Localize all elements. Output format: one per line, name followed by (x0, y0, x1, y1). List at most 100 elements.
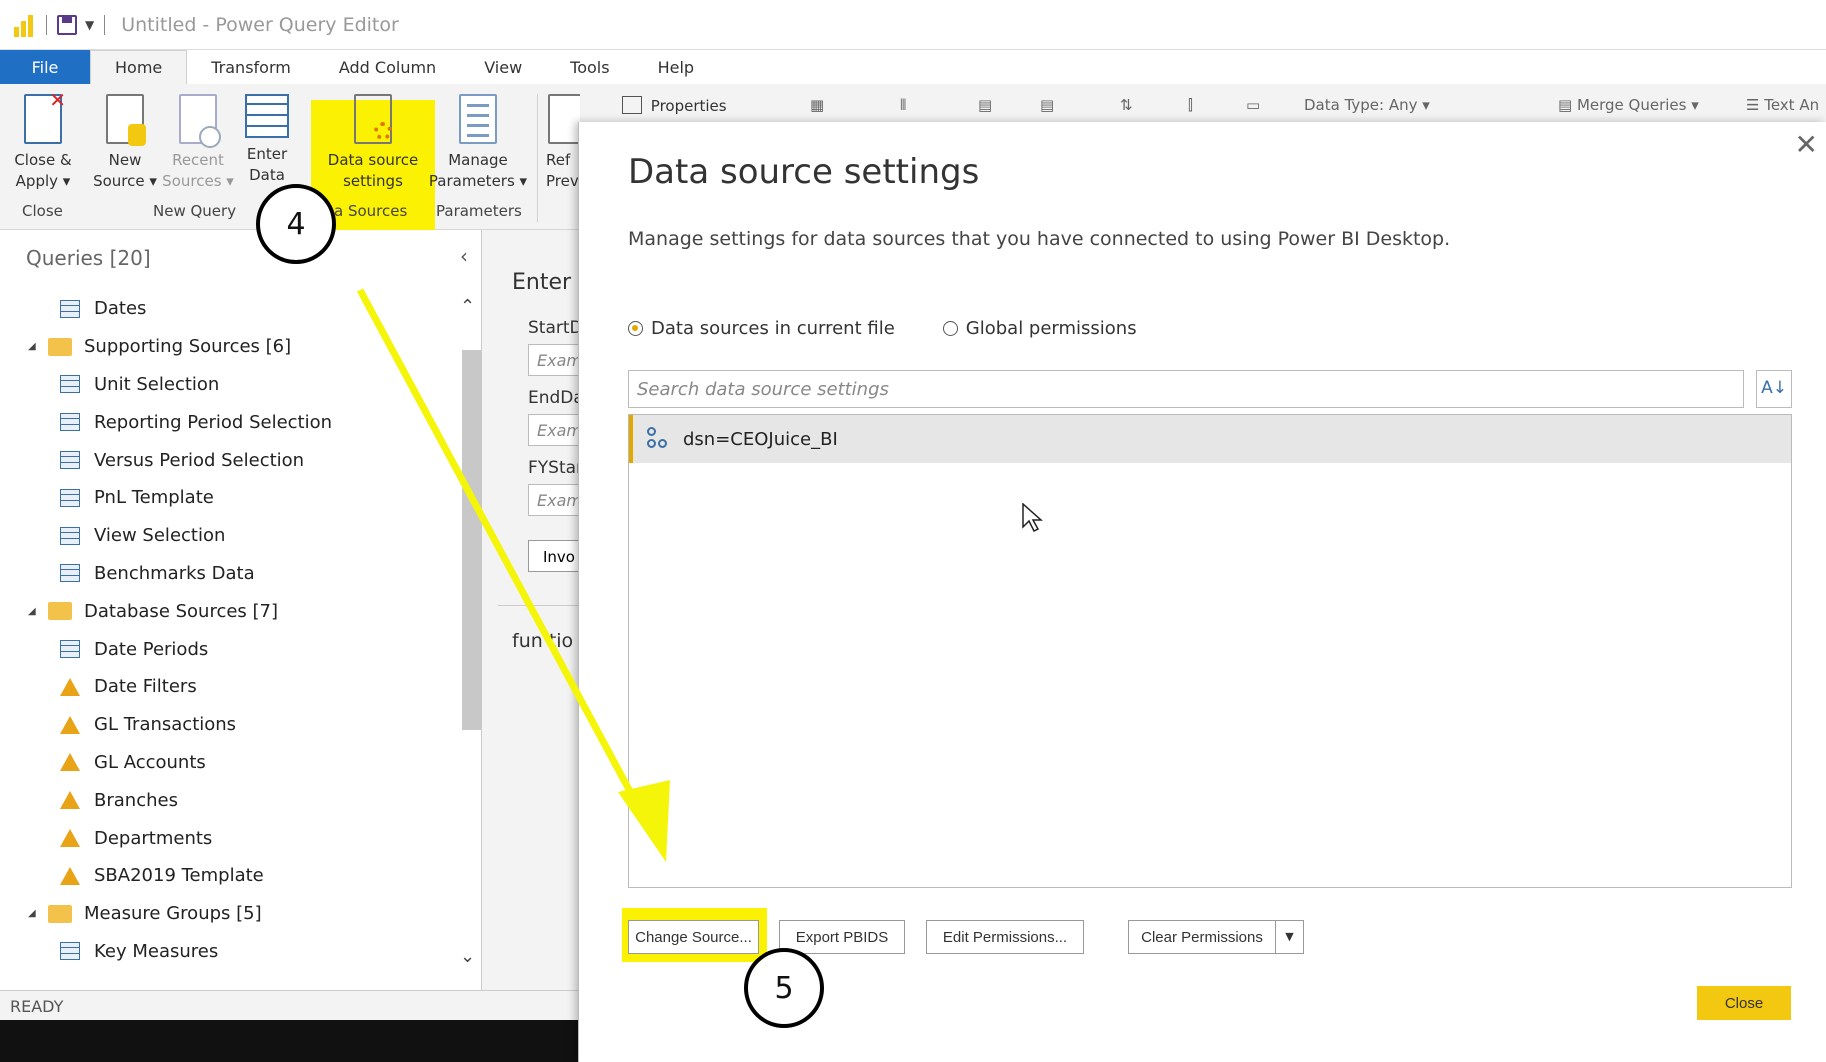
query-item[interactable]: GL Transactions (0, 706, 455, 744)
merge-queries-button[interactable]: ▤ Merge Queries ▾ (1558, 96, 1699, 114)
scroll-up-icon[interactable]: ⌃ (460, 296, 475, 317)
merge-queries-icon: ▤ (1558, 96, 1577, 114)
data-source-settings-button[interactable]: Data source settings (314, 94, 432, 192)
choose-columns-icon[interactable]: ▦ (810, 96, 824, 114)
query-item[interactable]: Date Filters (0, 668, 455, 706)
remove-rows-icon[interactable]: ▤ (978, 96, 992, 114)
manage-parameters-button[interactable]: Manage Parameters ▾ (426, 94, 530, 192)
dialog-close-icon[interactable]: ✕ (1795, 128, 1818, 161)
query-folder[interactable]: ◢ Database Sources [7] (0, 592, 455, 630)
table-icon (60, 526, 80, 545)
refresh-preview-button[interactable]: Ref Prev (546, 94, 580, 192)
tab-transform[interactable]: Transform (187, 50, 315, 84)
sort-az-icon: A↓ (1761, 378, 1787, 398)
split-column-icon[interactable]: ⫿ (1188, 96, 1193, 114)
properties-button[interactable]: Properties (622, 96, 727, 115)
tab-tools[interactable]: Tools (546, 50, 633, 84)
collapse-pane-icon[interactable]: ‹ (460, 244, 468, 268)
enter-data-label-2: Data (249, 166, 285, 184)
close-apply-button[interactable]: ✕ Close & Apply ▾ (8, 90, 78, 192)
close-button[interactable]: Close (1697, 986, 1791, 1020)
remove-errors-icon[interactable]: ▤ (1040, 96, 1054, 114)
query-item[interactable]: Dates (0, 290, 455, 328)
query-item[interactable]: Date Periods (0, 630, 455, 668)
query-label: View Selection (94, 525, 226, 547)
group-label-close: Close (22, 202, 63, 220)
edit-permissions-button[interactable]: Edit Permissions... (926, 920, 1084, 954)
manage-parameters-icon (459, 94, 497, 144)
manage-parameters-label-2: Parameters ▾ (428, 172, 528, 190)
warning-icon (60, 791, 80, 810)
tab-view[interactable]: View (460, 50, 546, 84)
save-icon[interactable] (57, 14, 77, 35)
data-type-dropdown[interactable]: Data Type: Any ▾ (1304, 96, 1430, 114)
power-bi-logo-icon (14, 13, 36, 37)
query-item[interactable]: Unit Selection (0, 366, 455, 404)
group-label-data-sources: a Sources (334, 202, 408, 220)
query-item[interactable]: PnL Template (0, 479, 455, 517)
search-input[interactable]: Search data source settings (628, 370, 1744, 408)
query-folder[interactable]: ◢ Supporting Sources [6] (0, 328, 455, 366)
warning-icon (60, 866, 80, 885)
warning-icon (60, 715, 80, 734)
query-item[interactable]: View Selection (0, 517, 455, 555)
quick-access-dropdown-icon[interactable]: ▼ (85, 18, 94, 32)
new-source-button[interactable]: New Source ▾ (88, 94, 162, 192)
export-pbids-button[interactable]: Export PBIDS (779, 920, 905, 954)
enter-data-button[interactable]: Enter Data (240, 94, 294, 186)
expand-triangle-icon[interactable]: ◢ (28, 341, 48, 352)
query-item[interactable]: Benchmarks Data (0, 555, 455, 593)
manage-parameters-label-1: Manage (448, 151, 508, 169)
query-label: Unit Selection (94, 373, 220, 395)
tab-help[interactable]: Help (634, 50, 718, 84)
scroll-thumb[interactable] (462, 350, 484, 730)
text-analytics-label: Text An (1764, 96, 1820, 114)
query-label: Branches (94, 789, 178, 811)
group-by-icon[interactable]: ▭ (1246, 96, 1260, 114)
warning-icon (60, 677, 80, 696)
tab-add-column[interactable]: Add Column (315, 50, 460, 84)
table-icon (60, 640, 80, 659)
queries-pane: Queries [20] ‹ Dates ◢ Supporting Sources … (0, 230, 484, 990)
table-icon (60, 564, 80, 583)
title-divider (104, 14, 106, 35)
sort-icon[interactable]: ⇅ (1120, 96, 1133, 114)
query-item[interactable]: SBA2019 Template (0, 857, 455, 895)
query-item[interactable]: GL Accounts (0, 744, 455, 782)
query-label: Measure Groups [5] (84, 903, 262, 925)
queries-scrollbar[interactable]: ⌃ ⌄ (458, 290, 484, 970)
query-item[interactable]: Branches (0, 781, 455, 819)
properties-icon (622, 96, 642, 114)
refresh-preview-label-1: Ref (546, 151, 571, 169)
sort-az-button[interactable]: A↓ (1756, 370, 1792, 408)
radio-current-file[interactable] (628, 321, 643, 336)
expand-triangle-icon[interactable]: ◢ (28, 908, 48, 919)
enter-data-icon (245, 94, 289, 138)
taskbar-area (0, 1020, 580, 1062)
query-item[interactable]: Versus Period Selection (0, 441, 455, 479)
table-icon (60, 375, 80, 394)
tab-home[interactable]: Home (90, 50, 188, 84)
query-item[interactable]: Reporting Period Selection (0, 403, 455, 441)
scroll-down-icon[interactable]: ⌄ (460, 946, 475, 967)
keep-rows-icon[interactable]: ⫴ (900, 96, 906, 114)
table-icon (60, 413, 80, 432)
query-label: Date Filters (94, 676, 197, 698)
query-item[interactable]: Departments (0, 819, 455, 857)
recent-sources-button[interactable]: Recent Sources ▾ (160, 94, 236, 192)
query-item[interactable]: Key Measures (0, 933, 455, 971)
dialog-title: Data source settings (628, 152, 980, 192)
tab-file[interactable]: File (0, 50, 90, 84)
expand-triangle-icon[interactable]: ◢ (28, 606, 48, 617)
query-folder[interactable]: ◢ Measure Groups [5] (0, 895, 455, 933)
query-label: PnL Template (94, 487, 214, 509)
clear-permissions-dropdown-icon[interactable]: ▼ (1276, 920, 1304, 954)
radio-global-permissions[interactable] (942, 321, 958, 336)
enter-data-label-1: Enter (246, 145, 288, 163)
change-source-button[interactable]: Change Source... (628, 920, 759, 954)
text-analytics-button[interactable]: ☰ Text An (1746, 96, 1819, 114)
merge-queries-label: Merge Queries ▾ (1576, 96, 1699, 114)
data-source-item[interactable]: dsn=CEOJuice_BI (629, 415, 1791, 463)
clear-permissions-button[interactable]: Clear Permissions (1128, 920, 1276, 954)
query-label: Key Measures (94, 940, 219, 962)
